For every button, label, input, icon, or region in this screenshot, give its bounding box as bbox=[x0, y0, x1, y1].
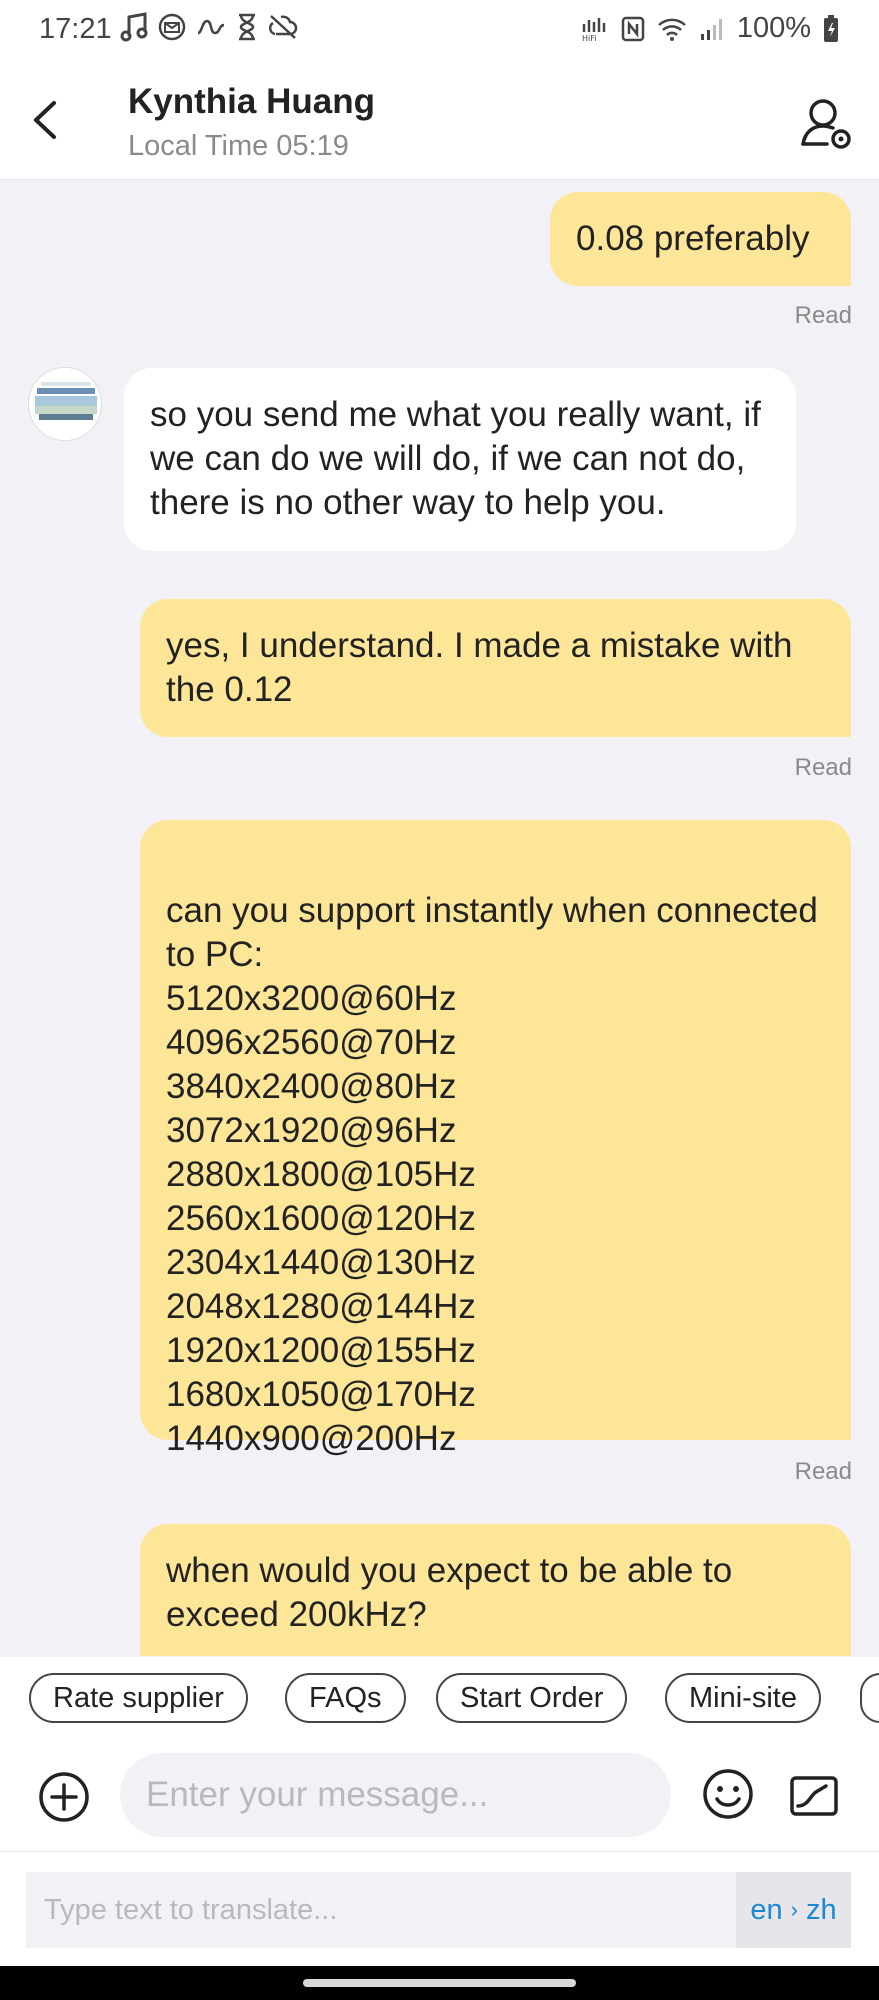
contact-local-time: Local Time 05:19 bbox=[128, 130, 349, 162]
signal-icon bbox=[699, 16, 725, 42]
source-language: en bbox=[750, 1894, 783, 1926]
chevron-right-icon: › bbox=[790, 1897, 798, 1922]
read-receipt: Read bbox=[794, 1458, 852, 1485]
system-nav-bar bbox=[0, 1966, 879, 2000]
chat-messages[interactable]: 0.08 preferably Read so you send me what… bbox=[0, 181, 879, 1656]
user-settings-icon bbox=[801, 99, 851, 149]
hifi-icon: HiFi bbox=[581, 16, 609, 42]
contact-profile-button[interactable] bbox=[799, 96, 855, 152]
mini-site-chip[interactable]: Mini-site bbox=[665, 1673, 821, 1723]
trend-chart-icon bbox=[790, 1776, 838, 1816]
read-receipt: Read bbox=[794, 302, 852, 329]
battery-icon bbox=[823, 14, 839, 43]
composer-bar bbox=[0, 1739, 879, 1852]
email-icon bbox=[158, 13, 186, 41]
back-button[interactable] bbox=[22, 95, 72, 145]
wifi-icon bbox=[657, 16, 687, 42]
svg-text:HiFi: HiFi bbox=[582, 34, 596, 42]
nfc-icon bbox=[621, 16, 645, 42]
chat-header: Kynthia Huang Local Time 05:19 bbox=[0, 60, 879, 180]
attach-button[interactable] bbox=[36, 1769, 92, 1825]
message-input[interactable] bbox=[120, 1753, 671, 1837]
wave-icon bbox=[196, 15, 226, 39]
home-gesture-handle[interactable] bbox=[303, 1979, 576, 1987]
status-time: 17:21 bbox=[39, 13, 112, 45]
status-bar: 17:21 HiFi 100% bbox=[0, 0, 879, 60]
smiley-icon bbox=[703, 1769, 753, 1819]
quick-actions-bar: Rate supplier FAQs Start Order Mini-site bbox=[0, 1657, 879, 1739]
message-bubble-outgoing[interactable]: can you support instantly when connected… bbox=[140, 820, 851, 1458]
hourglass-icon bbox=[236, 13, 258, 41]
sync-off-icon bbox=[268, 13, 298, 41]
avatar-image bbox=[29, 368, 101, 440]
more-chip[interactable] bbox=[860, 1673, 879, 1723]
contact-avatar[interactable] bbox=[28, 367, 102, 441]
language-selector[interactable]: en › zh bbox=[736, 1872, 851, 1948]
message-bubble-outgoing[interactable]: 0.08 preferably bbox=[550, 192, 851, 286]
faqs-chip[interactable]: FAQs bbox=[285, 1673, 406, 1723]
battery-percent: 100% bbox=[736, 12, 811, 44]
translate-input[interactable] bbox=[26, 1872, 736, 1948]
message-text: yes, I understand. I made a mistake with… bbox=[166, 626, 793, 709]
rate-supplier-chip[interactable]: Rate supplier bbox=[29, 1673, 248, 1723]
message-bubble-outgoing[interactable]: yes, I understand. I made a mistake with… bbox=[140, 599, 851, 737]
message-bubble-incoming[interactable]: so you send me what you really want, if … bbox=[124, 368, 796, 551]
read-receipt: Read bbox=[794, 754, 852, 781]
chevron-left-icon bbox=[34, 101, 56, 139]
start-order-chip[interactable]: Start Order bbox=[436, 1673, 628, 1723]
message-bubble-outgoing[interactable]: when would you expect to be able to exce… bbox=[140, 1524, 851, 1656]
message-text: so you send me what you really want, if … bbox=[150, 395, 761, 522]
emoji-button[interactable] bbox=[700, 1766, 756, 1822]
music-note-icon bbox=[120, 12, 148, 42]
message-text: 0.08 preferably bbox=[576, 219, 810, 258]
message-text: can you support instantly when connected… bbox=[166, 891, 818, 1458]
plus-circle-icon bbox=[39, 1772, 89, 1822]
message-text: when would you expect to be able to exce… bbox=[166, 1551, 733, 1634]
quote-button[interactable] bbox=[786, 1768, 842, 1824]
target-language: zh bbox=[806, 1894, 837, 1926]
contact-name: Kynthia Huang bbox=[128, 82, 375, 121]
translate-bar: en › zh bbox=[0, 1852, 879, 1966]
